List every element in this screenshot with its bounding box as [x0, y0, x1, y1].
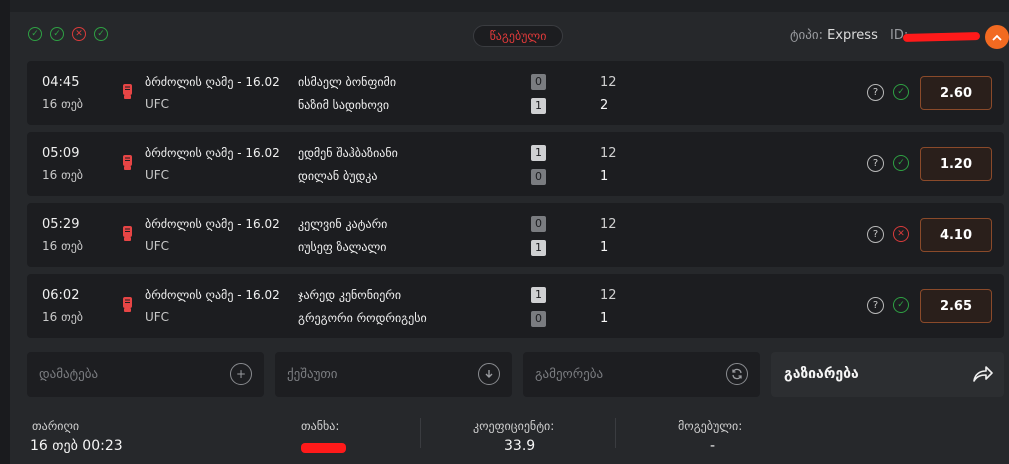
- fighter-away: გრეგორი როდრიგესი: [298, 311, 427, 325]
- add-button[interactable]: დამატება +: [27, 352, 264, 397]
- winnings-value: -: [710, 438, 716, 454]
- score-away: 0: [531, 169, 546, 185]
- score-home: 1: [531, 287, 546, 303]
- left-edge: [0, 0, 10, 464]
- coefficient-label: კოეფიციენტი:: [473, 419, 555, 433]
- boxing-glove-icon: [121, 296, 133, 314]
- winnings-label: მოგებული:: [678, 419, 743, 433]
- help-icon[interactable]: ?: [867, 155, 884, 172]
- help-icon[interactable]: ?: [867, 84, 884, 101]
- event-name: ბრძოლის ღამე - 16.02: [145, 146, 280, 160]
- bet-type: ტიპი: Express: [790, 28, 878, 43]
- check-circle-icon: ✓: [893, 155, 909, 171]
- market-selection: 1: [600, 169, 609, 184]
- event-name: ბრძოლის ღამე - 16.02: [145, 288, 280, 302]
- plus-icon: +: [230, 363, 252, 385]
- bet-card: ✓ ✓ ✕ ✓ წაგებული ტიპი: Express ID: 04:45…: [10, 12, 1009, 464]
- repeat-label: გამეორება: [535, 367, 604, 382]
- divider: [615, 418, 616, 448]
- odds-button[interactable]: 1.20: [920, 147, 992, 181]
- league-name: UFC: [145, 97, 170, 111]
- market-selection: 2: [600, 98, 609, 113]
- date-value: 16 თებ 00:23: [30, 438, 123, 454]
- event-date: 16 თებ: [42, 239, 83, 253]
- share-button[interactable]: გაზიარება: [771, 352, 1004, 397]
- download-icon: [478, 363, 500, 385]
- divider: [420, 418, 421, 448]
- cashout-button[interactable]: ქეშაუთი: [275, 352, 512, 397]
- event-time: 06:02: [42, 288, 80, 303]
- league-name: UFC: [145, 310, 170, 324]
- bet-type-label: ტიპი:: [790, 28, 823, 43]
- refresh-icon: [726, 363, 748, 385]
- bet-selection-row: 05:09 16 თებ ბრძოლის ღამე - 16.02 UFC ედმენ …: [27, 132, 1004, 196]
- coefficient-value: 33.9: [504, 438, 536, 454]
- score-home: 1: [531, 145, 546, 161]
- check-circle-icon: ✓: [28, 27, 42, 41]
- help-icon[interactable]: ?: [867, 226, 884, 243]
- score-home: 0: [531, 216, 546, 232]
- bet-type-value: Express: [827, 28, 878, 43]
- score-away: 1: [531, 240, 546, 256]
- event-date: 16 თებ: [42, 310, 83, 324]
- share-label: გაზიარება: [784, 366, 859, 382]
- bet-selection-row: 05:29 16 თებ ბრძოლის ღამე - 16.02 UFC კელვინ…: [27, 203, 1004, 267]
- check-circle-icon: ✓: [50, 27, 64, 41]
- boxing-glove-icon: [121, 154, 133, 172]
- event-name: ბრძოლის ღამე - 16.02: [145, 75, 280, 89]
- fighter-home: ჯარედ კენონიერი: [298, 288, 402, 302]
- bet-summary: თარიღი 16 თებ 00:23 თანხა: კოეფიციენტი: …: [10, 408, 1009, 464]
- repeat-button[interactable]: გამეორება: [523, 352, 760, 397]
- event-time: 05:09: [42, 146, 80, 161]
- score-away: 0: [531, 311, 546, 327]
- share-icon: [972, 364, 994, 384]
- cross-circle-icon: ✕: [893, 226, 909, 242]
- boxing-glove-icon: [121, 225, 133, 243]
- fighter-away: ნაზიმ სადიხოვი: [298, 98, 390, 112]
- date-label: თარიღი: [32, 419, 80, 433]
- fighter-home: კელვინ კატარი: [298, 217, 388, 231]
- bet-card-header: ✓ ✓ ✕ ✓ წაგებული ტიპი: Express ID:: [10, 12, 1009, 58]
- fighter-home: ისმაელ ბონფიმი: [298, 75, 397, 89]
- bet-status-badge: წაგებული: [473, 25, 563, 47]
- score-away: 1: [531, 98, 546, 114]
- market-line: 12: [600, 288, 617, 303]
- stake-label: თანხა:: [301, 419, 340, 433]
- event-date: 16 თებ: [42, 168, 83, 182]
- market-selection: 1: [600, 240, 609, 255]
- cross-circle-icon: ✕: [72, 27, 86, 41]
- league-name: UFC: [145, 168, 170, 182]
- league-name: UFC: [145, 239, 170, 253]
- bet-selection-row: 04:45 16 თებ ბრძოლის ღამე - 16.02 UFC ისმაელ…: [27, 61, 1004, 125]
- bet-selection-row: 06:02 16 თებ ბრძოლის ღამე - 16.02 UFC ჯარედ …: [27, 274, 1004, 338]
- market-selection: 1: [600, 311, 609, 326]
- cashout-label: ქეშაუთი: [287, 367, 338, 382]
- market-line: 12: [600, 75, 617, 90]
- check-circle-icon: ✓: [94, 27, 108, 41]
- bet-id-redaction: [902, 31, 981, 43]
- event-time: 04:45: [42, 75, 80, 90]
- fighter-away: დილან ბუდკა: [298, 169, 378, 183]
- market-line: 12: [600, 217, 617, 232]
- stake-redaction: [301, 443, 346, 453]
- fighter-away: იუსეფ ზალალი: [298, 240, 387, 254]
- event-name: ბრძოლის ღამე - 16.02: [145, 217, 280, 231]
- event-date: 16 თებ: [42, 97, 83, 111]
- market-line: 12: [600, 146, 617, 161]
- score-home: 0: [531, 74, 546, 90]
- odds-button[interactable]: 4.10: [920, 218, 992, 252]
- fighter-home: ედმენ შაჰბაზიანი: [298, 146, 398, 160]
- event-time: 05:29: [42, 217, 80, 232]
- help-icon[interactable]: ?: [867, 297, 884, 314]
- check-circle-icon: ✓: [893, 297, 909, 313]
- odds-button[interactable]: 2.65: [920, 289, 992, 323]
- boxing-glove-icon: [121, 83, 133, 101]
- check-circle-icon: ✓: [893, 84, 909, 100]
- chevron-up-icon[interactable]: [985, 25, 1009, 49]
- odds-button[interactable]: 2.60: [920, 76, 992, 110]
- add-label: დამატება: [39, 367, 99, 382]
- bet-history-screen: ✓ ✓ ✕ ✓ წაგებული ტიპი: Express ID: 04:45…: [0, 0, 1009, 464]
